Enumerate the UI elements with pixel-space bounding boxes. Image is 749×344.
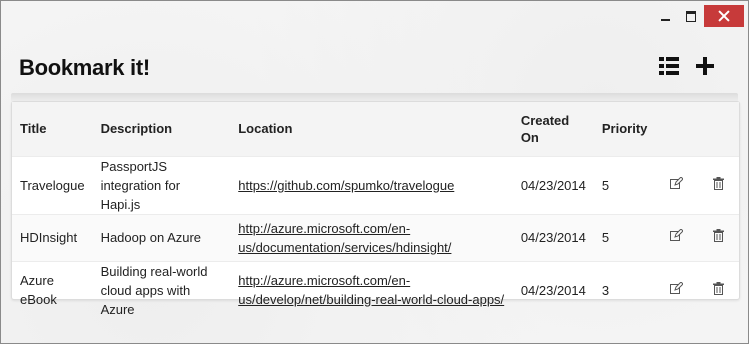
header-edit — [655, 102, 697, 156]
location-link[interactable]: http://azure.microsoft.com/en-us/develop… — [238, 273, 504, 307]
table-header-row: Title Description Location Created On Pr… — [12, 102, 739, 156]
table-row: Azure eBook Building real-world cloud ap… — [12, 261, 739, 319]
location-link[interactable]: https://github.com/spumko/travelogue — [238, 178, 454, 193]
location-link[interactable]: http://azure.microsoft.com/en-us/documen… — [238, 221, 451, 255]
maximize-button[interactable] — [678, 5, 704, 27]
header-created: Created On — [520, 112, 570, 145]
cell-priority: 5 — [601, 230, 610, 245]
edit-icon[interactable] — [668, 175, 684, 191]
cell-delete — [697, 156, 739, 214]
close-button[interactable] — [704, 5, 744, 27]
minimize-icon — [660, 19, 670, 21]
list-view-button[interactable] — [658, 55, 680, 77]
header-location: Location — [238, 121, 293, 137]
close-icon — [718, 10, 730, 22]
cell-title: Travelogue — [20, 177, 85, 193]
edit-icon[interactable] — [668, 280, 684, 296]
app-window: Bookmark it! Title Description Location … — [0, 0, 749, 344]
bookmarks-table-card: Title Description Location Created On Pr… — [11, 101, 740, 317]
cell-created: 04/23/2014 — [520, 177, 586, 193]
cell-location: http://azure.microsoft.com/en-us/develop… — [230, 261, 513, 319]
cell-priority: 5 — [601, 177, 610, 193]
window-controls — [652, 3, 744, 29]
cell-location: https://github.com/spumko/travelogue — [230, 156, 513, 214]
trash-icon[interactable] — [710, 280, 726, 296]
cell-edit — [655, 214, 697, 261]
cell-location: http://azure.microsoft.com/en-us/documen… — [230, 214, 513, 261]
minimize-button[interactable] — [652, 5, 678, 27]
add-bookmark-button[interactable] — [694, 55, 716, 77]
table-row: HDInsight Hadoop on Azure http://azure.m… — [12, 214, 739, 261]
list-icon — [659, 57, 679, 75]
toolbar — [658, 55, 716, 77]
cell-description: Building real-world cloud apps with Azur… — [100, 263, 208, 317]
header-delete — [697, 102, 739, 156]
cell-delete — [697, 214, 739, 261]
page-title: Bookmark it! — [19, 55, 150, 80]
cell-priority: 3 — [601, 282, 610, 298]
cell-description: Hadoop on Azure — [100, 230, 202, 245]
bookmarks-table: Title Description Location Created On Pr… — [12, 102, 739, 319]
header-description: Description — [100, 121, 173, 137]
maximize-icon — [686, 10, 696, 22]
cell-edit — [655, 261, 697, 319]
cell-title: Azure eBook — [20, 273, 57, 307]
cell-delete — [697, 261, 739, 319]
cell-created: 04/23/2014 — [520, 230, 586, 245]
table-row: Travelogue PassportJS integration for Ha… — [12, 156, 739, 214]
header-title: Title — [20, 121, 47, 137]
trash-icon[interactable] — [710, 228, 726, 244]
header-priority: Priority — [601, 121, 648, 137]
cell-created: 04/23/2014 — [520, 282, 586, 298]
trash-icon[interactable] — [710, 175, 726, 191]
cell-edit — [655, 156, 697, 214]
cell-title: HDInsight — [20, 230, 78, 245]
edit-icon[interactable] — [668, 228, 684, 244]
plus-icon — [696, 57, 714, 75]
cell-description: PassportJS integration for Hapi.js — [100, 158, 181, 212]
